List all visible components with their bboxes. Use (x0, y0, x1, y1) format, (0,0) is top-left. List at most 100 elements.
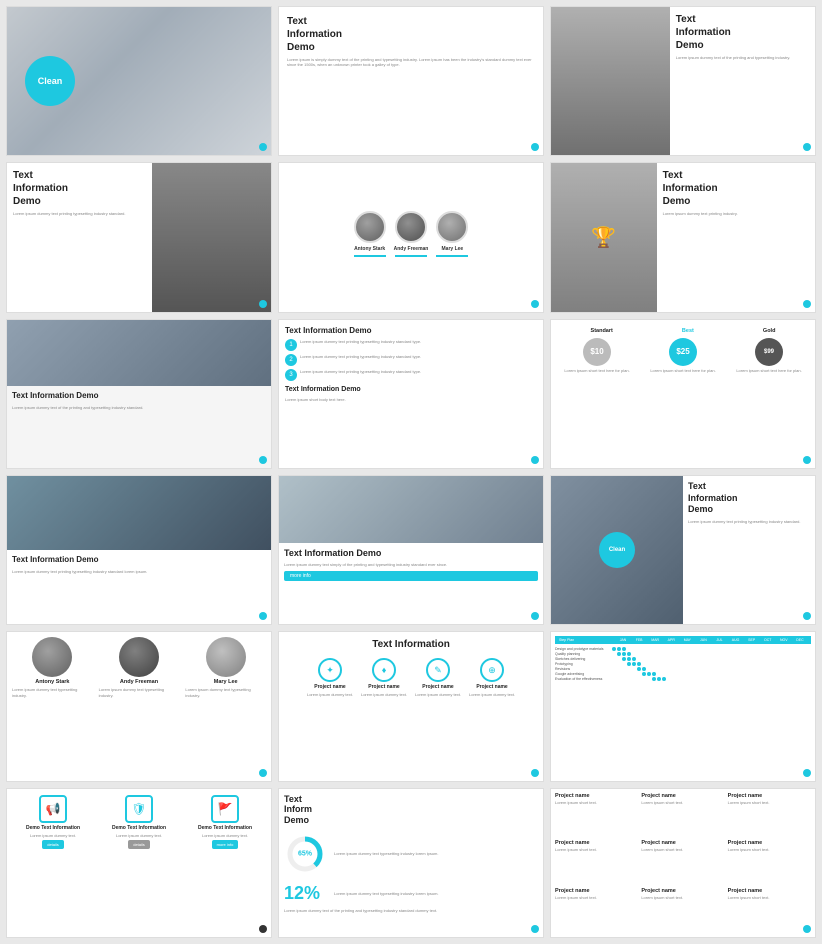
details-button-1[interactable]: details (42, 840, 64, 849)
avatar-andy-large (119, 637, 159, 677)
avatar-antony (354, 211, 386, 243)
number-circle: 3 (285, 369, 297, 381)
pct-65: 65% (298, 851, 312, 858)
avatar-mary (436, 211, 468, 243)
price-circle-standart: $10 (583, 338, 611, 366)
proj-9: Project name Lorem ipsum short text. (728, 888, 811, 933)
proj-4: Project name Lorem ipsum short text. (555, 840, 638, 885)
gantt-row: Prototyping (555, 662, 811, 666)
slide-main-title: Text Information (372, 638, 450, 651)
gantt-rows: Design and prototype materials Quality p… (555, 647, 811, 681)
slide-17: TextInformDemo 65% Lorem ipsum dummy tex… (278, 788, 544, 938)
body-text: Lorem ipsum dummy text printing typesett… (13, 211, 146, 216)
slide-title: Text Information Demo (12, 555, 266, 565)
slide-content: Text Information Demo Lorem ipsum dummy … (279, 543, 543, 625)
body-text: Lorem ipsum dummy text of the printing a… (284, 908, 538, 913)
name-mary: Mary Lee (214, 679, 238, 685)
corner-indicator (803, 456, 811, 464)
gantt-row: Google advertising (555, 672, 811, 676)
icon-circle-4: ⊕ (480, 658, 504, 682)
slide-title: Text Information Demo (284, 548, 538, 560)
proj-2: Project name Lorem ipsum short text. (641, 793, 724, 838)
corner-indicator (803, 300, 811, 308)
name-antony: Antony Stark (35, 679, 69, 685)
pricing-row: $10 Lorem ipsum short text here for plan… (556, 338, 810, 463)
corner-indicator (259, 769, 267, 777)
plan-best: Best (682, 328, 694, 334)
avatar-andy (395, 211, 427, 243)
person-photo (551, 7, 670, 155)
bar-andy (395, 255, 427, 257)
slide-content: TextInformationDemo Lorem ipsum dummy te… (7, 163, 152, 311)
proj-7: Project name Lorem ipsum short text. (555, 888, 638, 933)
person-andy: Andy Freeman (394, 211, 429, 257)
slide-6: 🏆 TextInformationDemo Lorem ipsum dummy … (550, 162, 816, 312)
slide-title: TextInformationDemo (688, 481, 810, 516)
slide-title: TextInformDemo (284, 794, 538, 826)
demo-item-2: 🛡 Demo Text Information Lorem ipsum dumm… (99, 795, 179, 931)
trophy-section: 🏆 (551, 163, 657, 311)
number-circle: 1 (285, 339, 297, 351)
slide-title: TextInformationDemo (676, 13, 809, 52)
proj-5: Project name Lorem ipsum short text. (641, 840, 724, 885)
demo-item-3: 🚩 Demo Text Information Lorem ipsum dumm… (185, 795, 265, 931)
gantt-row: Revisions (555, 667, 811, 671)
pct-12: 12% (284, 883, 320, 904)
bar-antony (354, 255, 386, 257)
slide-9: Standart Best Gold $10 Lorem ipsum short… (550, 319, 816, 469)
flag-icon: 🚩 (211, 795, 239, 823)
gantt-header-bar: Step Plan JAN FEB MAR APR MAY JUN JUL AU… (555, 636, 811, 644)
landscape-photo: Clean (551, 476, 683, 624)
list-item-2: 2 Lorem ipsum dummy text printing typese… (285, 354, 537, 366)
slide-title: Text Information Demo (12, 391, 266, 401)
more-info-button-3[interactable]: more info (212, 840, 239, 849)
slide-14: Text Information ✦ Project name Lorem ip… (278, 631, 544, 781)
step-plan-label: Step Plan (559, 638, 614, 642)
slide-13: Antony Stark Lorem ipsum dummy text type… (6, 631, 272, 781)
bearded-man-photo (152, 163, 271, 311)
bar-mary (436, 255, 468, 257)
corner-indicator (531, 143, 539, 151)
icon-item-3: ✎ Project name Lorem ipsum dummy text. (415, 658, 461, 697)
corner-indicator (531, 925, 539, 933)
slide-2: TextInformationDemo Lorem ipsum is simpl… (278, 6, 544, 156)
price-circle-gold: $99 (755, 338, 783, 366)
donut-chart-65: 65% (284, 833, 326, 875)
price-gold: $99 Lorem ipsum short text here for plan… (728, 338, 810, 373)
number-circle: 2 (285, 354, 297, 366)
slide-12: Clean TextInformationDemo Lorem ipsum du… (550, 475, 816, 625)
name-andy: Andy Freeman (394, 246, 429, 252)
more-info-button[interactable]: more info (284, 571, 538, 581)
demo-label-1: Demo Text Information (26, 825, 80, 831)
icons-row: ✦ Project name Lorem ipsum dummy text. ♦… (307, 658, 515, 697)
price-best: $25 Lorem ipsum short text here for plan… (642, 338, 724, 373)
proj-1: Project name Lorem ipsum short text. (555, 793, 638, 838)
demo-label-2: Demo Text Information (112, 825, 166, 831)
avatar-antony-large (32, 637, 72, 677)
slide-15: Step Plan JAN FEB MAR APR MAY JUN JUL AU… (550, 631, 816, 781)
project-label-4: Project name (476, 684, 507, 690)
slide-title: Text Information Demo (285, 326, 537, 336)
body-text: Lorem ipsum dummy text of the printing a… (676, 55, 809, 60)
slide-11: Text Information Demo Lorem ipsum dummy … (278, 475, 544, 625)
demo-item-1: 📢 Demo Text Information Lorem ipsum dumm… (13, 795, 93, 931)
gantt-months: Step Plan JAN FEB MAR APR MAY JUN JUL AU… (559, 638, 807, 642)
price-circle-best: $25 (669, 338, 697, 366)
avatar-mary-large (206, 637, 246, 677)
project-label-2: Project name (368, 684, 399, 690)
wave-photo (7, 320, 271, 387)
name-antony: Antony Stark (354, 246, 385, 252)
person-antony: Antony Stark (354, 211, 386, 257)
water-photo (279, 476, 543, 543)
numbered-list: 1 Lorem ipsum dummy text printing typese… (285, 339, 537, 381)
list-item-3: 3 Lorem ipsum dummy text printing typese… (285, 369, 537, 381)
demo-label-3: Demo Text Information (198, 825, 252, 831)
slide-content: Text Information Demo Lorem ipsum dummy … (7, 386, 271, 468)
corner-indicator (259, 456, 267, 464)
plan-standart: Standart (591, 328, 613, 334)
gantt-row: Evaluation of the effectiveness (555, 677, 811, 681)
slide-title: TextInformationDemo (287, 15, 535, 54)
proj-3: Project name Lorem ipsum short text. (728, 793, 811, 838)
details-button-2[interactable]: details (128, 840, 150, 849)
slide-title-2: Text Information Demo (285, 385, 537, 394)
